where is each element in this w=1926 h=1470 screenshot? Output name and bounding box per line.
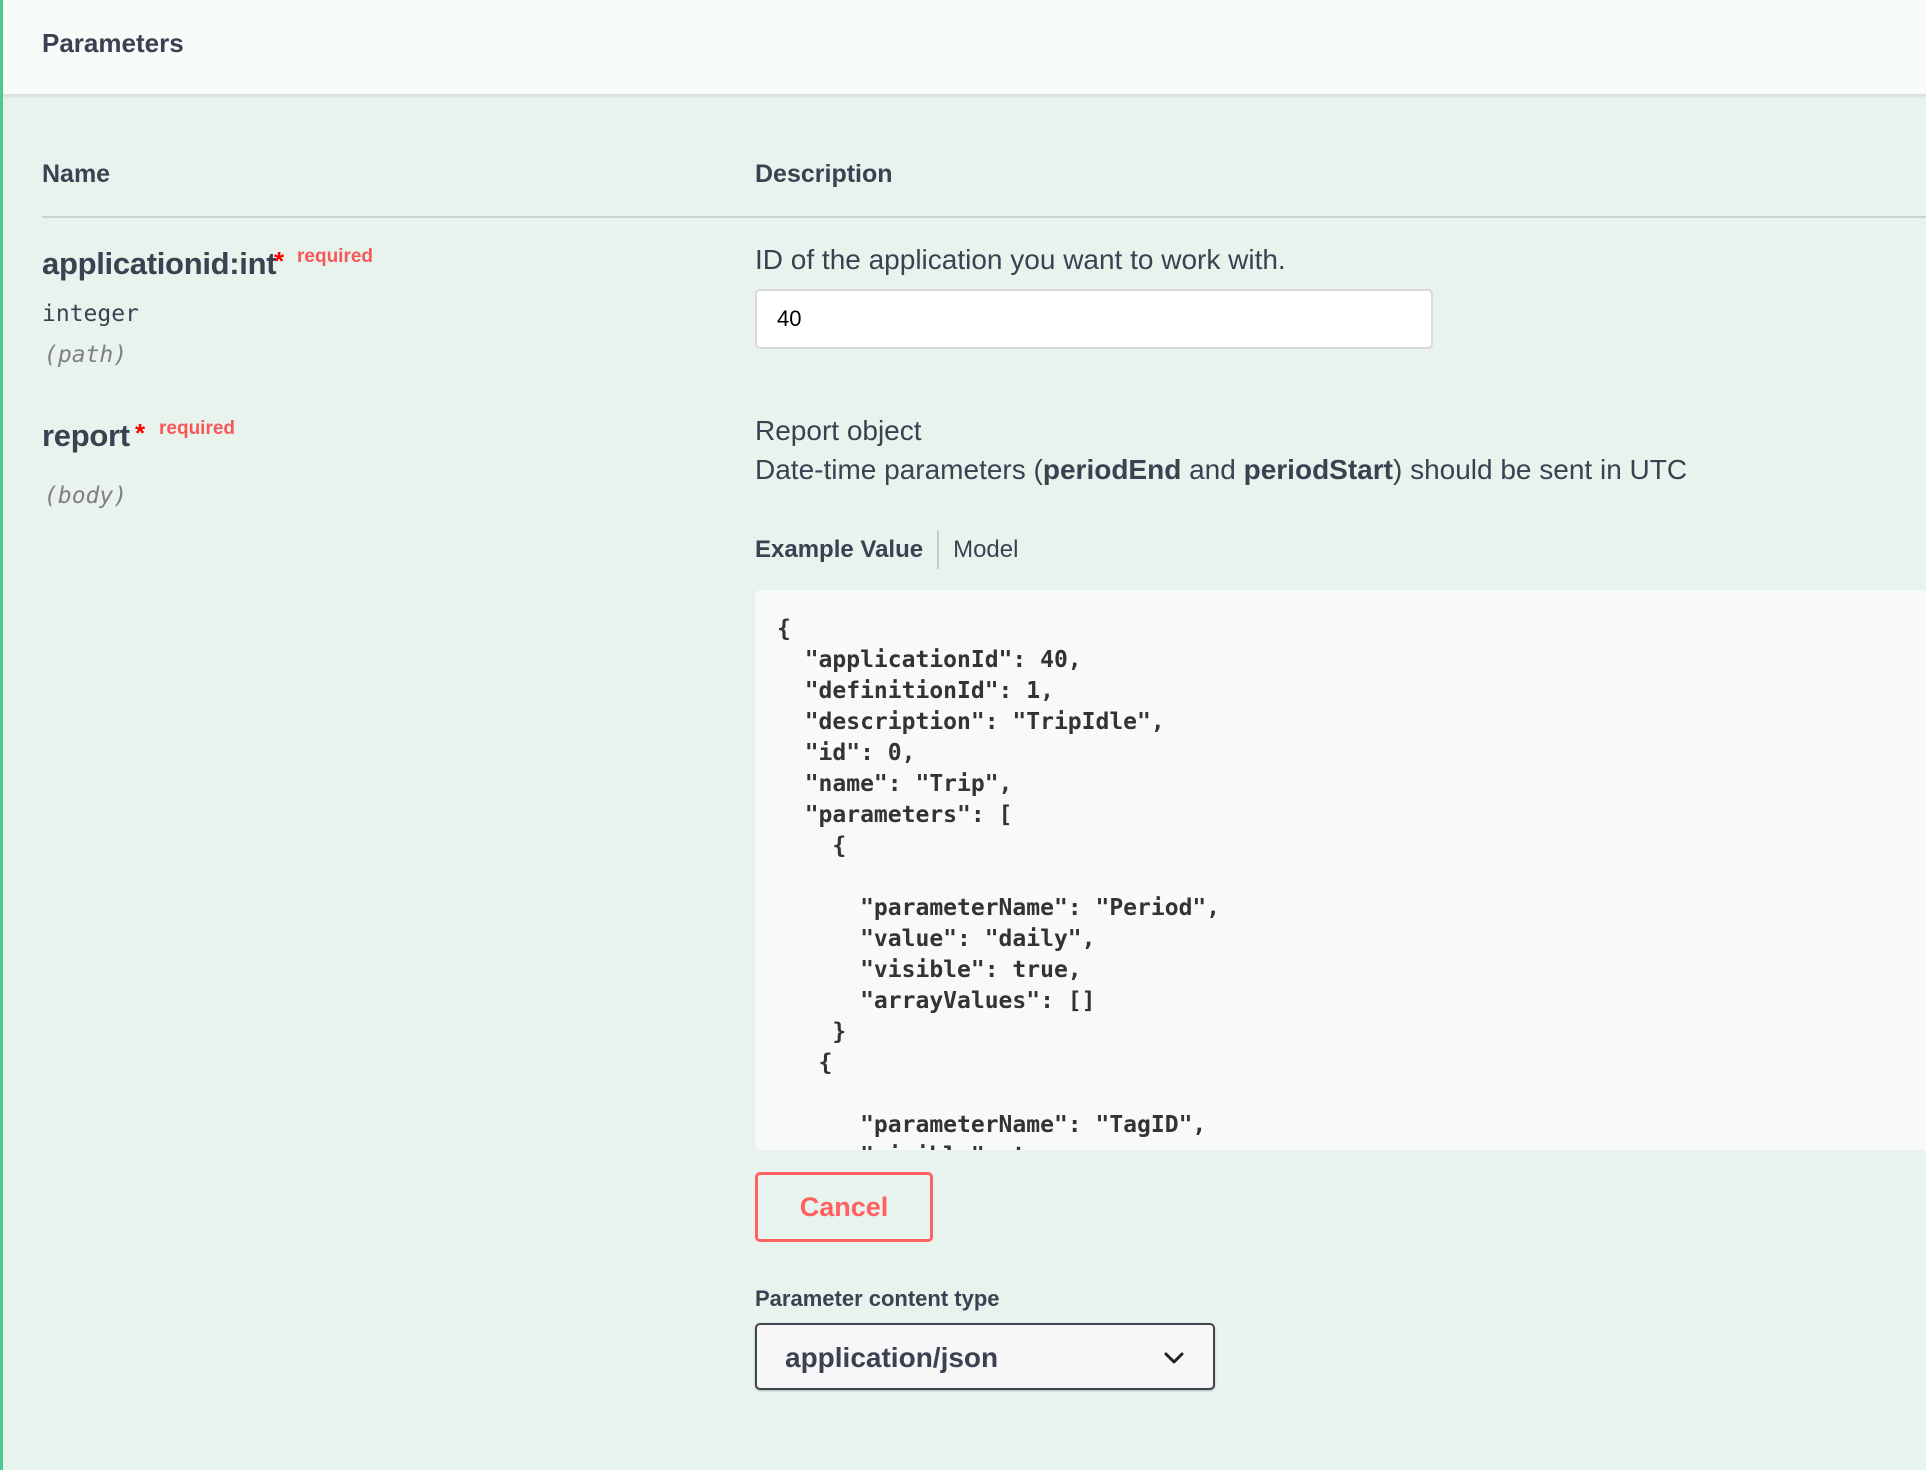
report-description-line2: Date-time parameters (periodEnd and peri… — [755, 454, 1687, 486]
tab-example-value[interactable]: Example Value — [755, 536, 923, 564]
required-star: * — [274, 246, 285, 276]
content-type-select[interactable]: application/json — [755, 1323, 1215, 1390]
description-text: Date-time parameters ( — [755, 454, 1043, 485]
example-json-text[interactable]: { "applicationId": 40, "definitionId": 1… — [755, 590, 1926, 1150]
param-location: (body) — [44, 483, 128, 509]
table-header-divider — [42, 216, 1926, 218]
param-location: (path) — [44, 342, 128, 368]
content-type-value: application/json — [785, 1342, 999, 1373]
param-name-applicationid: applicationid:int — [42, 246, 277, 281]
example-model-tabs: Example Value Model — [755, 530, 1018, 570]
section-accent-bar — [0, 0, 3, 1470]
description-text: and — [1181, 454, 1244, 485]
required-label: required — [297, 246, 374, 267]
bold-param-periodend: periodEnd — [1042, 454, 1182, 485]
report-description-line1: Report object — [755, 415, 922, 446]
tab-model[interactable]: Model — [953, 536, 1018, 564]
column-header-description: Description — [755, 160, 893, 188]
cancel-button[interactable]: Cancel — [755, 1172, 933, 1242]
tab-divider — [937, 531, 940, 569]
chevron-down-icon — [1164, 1352, 1184, 1364]
param-name-report: report — [42, 418, 130, 453]
bold-param-periodstart: periodStart — [1243, 454, 1393, 485]
content-type-label: Parameter content type — [755, 1286, 1000, 1311]
column-header-name: Name — [42, 160, 111, 188]
parameters-title: Parameters — [42, 28, 184, 58]
parameters-header: Parameters — [3, 0, 1926, 96]
required-label: required — [159, 418, 236, 439]
param-description: ID of the application you want to work w… — [755, 244, 1286, 275]
example-json-editor[interactable]: { "applicationId": 40, "definitionId": 1… — [755, 590, 1926, 1150]
description-text: ) should be sent in UTC — [1392, 454, 1688, 485]
param-type: integer — [42, 301, 139, 327]
required-star: * — [135, 418, 146, 448]
applicationid-input[interactable] — [755, 289, 1433, 349]
